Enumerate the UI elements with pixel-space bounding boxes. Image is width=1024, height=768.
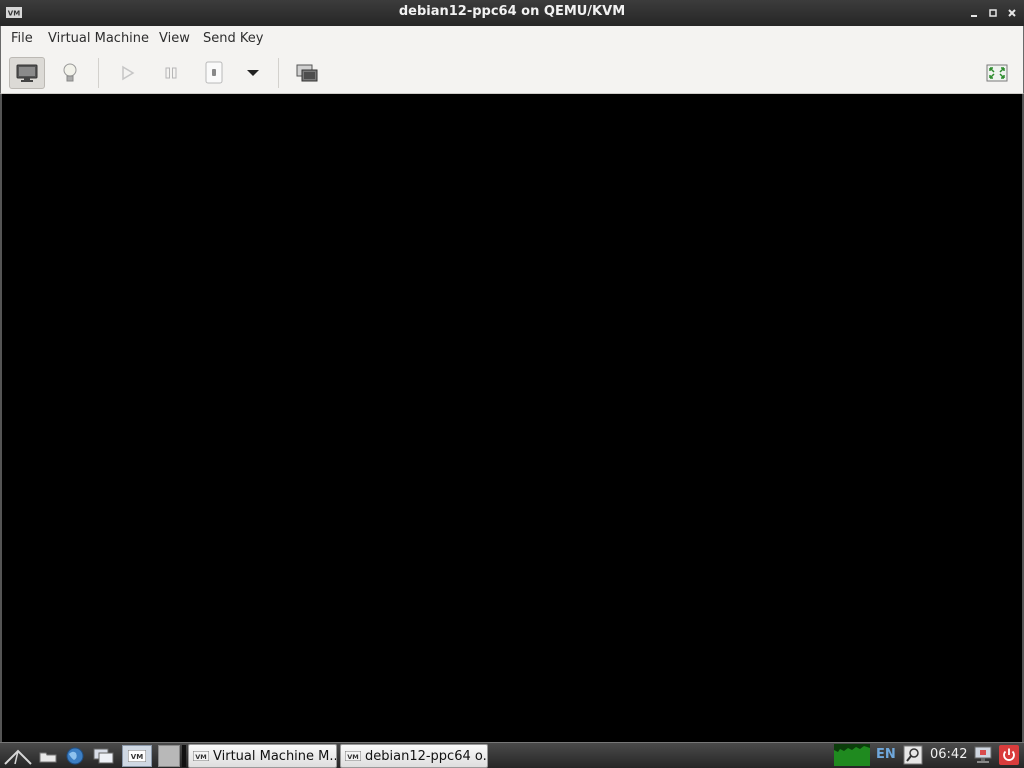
svg-text:VM: VM <box>195 753 207 761</box>
toolbar-separator <box>278 58 279 88</box>
maximize-icon <box>989 9 997 17</box>
task-label: debian12-ppc64 o... <box>365 748 488 764</box>
play-icon <box>122 65 135 81</box>
close-icon <box>1008 9 1016 17</box>
show-desktop-button[interactable] <box>92 745 116 767</box>
svg-text:VM: VM <box>347 753 359 761</box>
search-tray-button[interactable] <box>903 745 923 765</box>
vm-icon: VM <box>193 751 209 761</box>
dropdown-arrow-icon <box>247 70 259 76</box>
virt-manager-launcher[interactable]: VM <box>122 745 152 767</box>
run-button[interactable] <box>109 57 145 89</box>
details-button[interactable] <box>52 57 88 89</box>
menu-virtual-machine[interactable]: Virtual Machine <box>48 31 149 46</box>
task-debian12-console[interactable]: VM debian12-ppc64 o... <box>340 744 488 768</box>
console-button[interactable] <box>9 57 45 89</box>
task-virtual-machine-manager[interactable]: VM Virtual Machine M... <box>188 744 337 768</box>
taskbar-spacer <box>158 745 180 767</box>
minimize-button[interactable] <box>966 5 982 21</box>
clock[interactable]: 06:42 <box>930 747 967 762</box>
shutdown-button[interactable] <box>196 57 232 89</box>
fullscreen-icon <box>986 64 1008 82</box>
network-icon <box>974 746 992 763</box>
search-icon <box>903 745 923 765</box>
window-titlebar[interactable]: VM debian12-ppc64 on QEMU/KVM <box>0 0 1024 26</box>
power-switch-icon <box>205 61 223 84</box>
taskbar-handle[interactable] <box>182 745 186 767</box>
menu-send-key[interactable]: Send Key <box>203 31 263 46</box>
virt-manager-icon: VM <box>128 750 146 762</box>
browser-globe-icon <box>66 747 84 765</box>
network-tray-button[interactable] <box>972 745 994 765</box>
taskbar: VM VM Virtual Machine M... VM debian12-p… <box>0 742 1024 768</box>
shutdown-menu-button[interactable] <box>235 57 271 89</box>
maximize-button[interactable] <box>985 5 1001 21</box>
cpu-monitor[interactable] <box>834 744 870 766</box>
browser-launcher[interactable] <box>64 745 86 767</box>
menu-view[interactable]: View <box>159 31 190 46</box>
start-menu-button[interactable] <box>2 745 34 767</box>
pause-button[interactable] <box>153 57 189 89</box>
vm-console-display[interactable] <box>2 94 1022 742</box>
keyboard-layout-indicator[interactable]: EN <box>876 747 896 762</box>
toolbar-separator <box>98 58 99 88</box>
close-button[interactable] <box>1004 5 1020 21</box>
task-label: Virtual Machine M... <box>213 748 337 764</box>
folder-icon <box>39 752 57 763</box>
snapshots-button[interactable] <box>289 57 325 89</box>
cpu-monitor-icon <box>834 746 870 766</box>
menu-file[interactable]: File <box>11 31 33 46</box>
show-desktop-icon <box>93 748 114 764</box>
menu-icon <box>4 749 32 765</box>
vm-icon: VM <box>345 751 361 761</box>
svg-text:VM: VM <box>131 753 143 761</box>
lightbulb-icon <box>63 63 77 82</box>
fullscreen-button[interactable] <box>979 57 1015 89</box>
file-manager-launcher[interactable] <box>38 745 58 767</box>
pause-icon <box>165 67 177 79</box>
window-title: debian12-ppc64 on QEMU/KVM <box>398 4 626 19</box>
power-icon <box>1003 748 1015 761</box>
minimize-icon <box>971 15 977 17</box>
snapshots-icon <box>296 64 318 82</box>
toolbar <box>0 52 1024 94</box>
menu-bar: File Virtual Machine View Send Key <box>0 26 1024 52</box>
logout-button[interactable] <box>999 745 1019 765</box>
monitor-icon <box>16 64 38 82</box>
